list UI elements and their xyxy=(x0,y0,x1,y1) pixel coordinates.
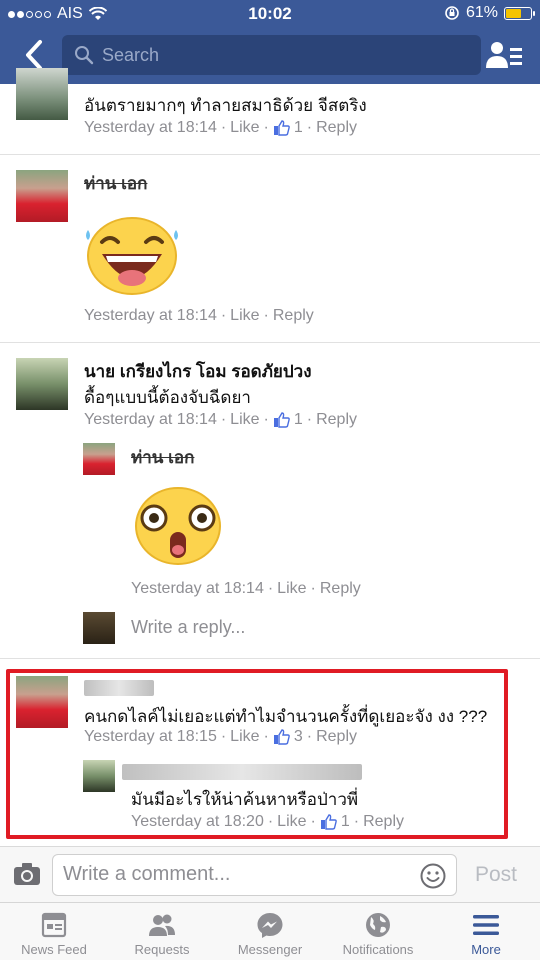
reply-text: มันมีอะไรให้น่าค้นหาหรือป่าวพี่ xyxy=(131,790,359,809)
like-link[interactable]: Like xyxy=(230,728,259,746)
thumbs-up-icon xyxy=(273,120,290,136)
divider xyxy=(0,154,540,155)
reply-link[interactable]: Reply xyxy=(316,119,357,137)
my-avatar xyxy=(83,612,115,644)
tab-requests[interactable]: Requests xyxy=(108,903,216,960)
like-count[interactable]: 1 xyxy=(294,411,303,429)
tab-news-feed[interactable]: News Feed xyxy=(0,903,108,960)
app-frame: AIS 10:02 61% อันตรายมากๆ ทำลายสมาธิด้วย… xyxy=(0,0,540,960)
comment-meta: Yesterday at 18:15 · Like · 3 · Reply xyxy=(84,728,357,746)
avatar[interactable] xyxy=(16,170,68,222)
camera-icon[interactable] xyxy=(13,862,41,886)
comment-text: ดื้อๆแบบนี้ต้องจับฉีดยา xyxy=(84,388,251,407)
tab-label: News Feed xyxy=(21,942,87,957)
tab-bar: News Feed Requests Messenger Notificatio… xyxy=(0,902,540,960)
like-link[interactable]: Like xyxy=(277,813,306,831)
laughing-sticker-icon xyxy=(86,217,178,295)
reply-link[interactable]: Reply xyxy=(316,728,357,746)
comment-meta: Yesterday at 18:14 · Like · Reply xyxy=(84,307,314,325)
nav-row xyxy=(0,32,540,78)
rotation-lock-icon xyxy=(445,6,459,20)
tab-messenger[interactable]: Messenger xyxy=(216,903,324,960)
news-feed-icon xyxy=(41,912,67,938)
reply-avatar[interactable] xyxy=(83,443,115,475)
comment-text: คนกดไลค์ไม่เยอะแต่ทำไมจำนวนครั้งที่ดูเยอ… xyxy=(84,707,488,726)
emoji-icon[interactable] xyxy=(420,863,446,889)
tab-label: More xyxy=(471,942,501,957)
reply-time[interactable]: Yesterday at 18:20 xyxy=(131,813,264,831)
comment-time[interactable]: Yesterday at 18:14 xyxy=(84,307,217,325)
friend-list-icon[interactable] xyxy=(486,40,522,70)
globe-icon xyxy=(366,913,390,937)
like-link[interactable]: Like xyxy=(277,580,306,598)
comment-meta: Yesterday at 18:14 · Like · 1 · Reply xyxy=(84,119,357,137)
tab-more[interactable]: More xyxy=(432,903,540,960)
reply-link[interactable]: Reply xyxy=(320,580,361,598)
reply-link[interactable]: Reply xyxy=(273,307,314,325)
friend-requests-icon xyxy=(149,914,175,936)
comment-input[interactable] xyxy=(63,863,413,886)
reply-meta: Yesterday at 18:20 · Like · 1 · Reply xyxy=(131,813,404,831)
blurred-author xyxy=(84,680,154,696)
thumbs-up-icon xyxy=(273,412,290,428)
reply-author[interactable]: ท่าน เอก xyxy=(131,444,194,471)
status-right: 61% xyxy=(444,4,535,22)
tab-notifications[interactable]: Notifications xyxy=(324,903,432,960)
search-box[interactable] xyxy=(62,35,481,75)
like-count[interactable]: 1 xyxy=(294,119,303,137)
comment-time[interactable]: Yesterday at 18:14 xyxy=(84,411,217,429)
like-count[interactable]: 3 xyxy=(294,728,303,746)
divider xyxy=(0,342,540,343)
thumbs-up-icon xyxy=(320,814,337,830)
reply-avatar[interactable] xyxy=(83,760,115,792)
comment-time[interactable]: Yesterday at 18:15 xyxy=(84,728,217,746)
reply-time[interactable]: Yesterday at 18:14 xyxy=(131,580,264,598)
like-link[interactable]: Like xyxy=(230,119,259,137)
reply-link[interactable]: Reply xyxy=(363,813,404,831)
tab-label: Notifications xyxy=(342,942,414,957)
write-reply-input[interactable]: Write a reply... xyxy=(131,617,245,638)
comment-time[interactable]: Yesterday at 18:14 xyxy=(84,119,217,137)
search-input[interactable] xyxy=(102,44,462,66)
like-link[interactable]: Like xyxy=(230,307,259,325)
like-count[interactable]: 1 xyxy=(341,813,350,831)
comment-text: อันตรายมากๆ ทำลายสมาธิด้วย จีสตริง xyxy=(84,96,367,115)
comment-meta: Yesterday at 18:14 · Like · 1 · Reply xyxy=(84,411,357,429)
tab-label: Requests xyxy=(134,942,190,957)
avatar[interactable] xyxy=(16,358,68,410)
search-icon xyxy=(75,46,94,65)
battery-percent: 61% xyxy=(465,4,498,21)
comment-author[interactable]: นาย เกรียงไกร โอม รอดภัยปวง xyxy=(84,358,312,385)
like-link[interactable]: Like xyxy=(230,411,259,429)
comment-box[interactable] xyxy=(52,854,457,896)
blurred-author xyxy=(122,764,362,780)
thumbs-up-icon xyxy=(273,729,290,745)
post-button[interactable]: Post xyxy=(475,863,517,887)
comment-author[interactable]: ท่าน เอก xyxy=(84,170,147,197)
divider xyxy=(0,658,540,659)
avatar[interactable] xyxy=(16,676,68,728)
shocked-sticker-icon xyxy=(135,487,221,565)
battery-icon xyxy=(504,6,535,20)
status-bar: AIS 10:02 61% xyxy=(0,0,540,28)
messenger-icon xyxy=(257,913,283,938)
reply-link[interactable]: Reply xyxy=(316,411,357,429)
menu-icon xyxy=(473,915,499,935)
avatar[interactable] xyxy=(16,68,68,120)
comment-bar: Post xyxy=(0,846,540,902)
reply-meta: Yesterday at 18:14 · Like · Reply xyxy=(131,580,361,598)
top-bar: AIS 10:02 61% xyxy=(0,0,540,84)
tab-label: Messenger xyxy=(237,942,303,957)
back-arrow-icon[interactable] xyxy=(20,38,50,72)
